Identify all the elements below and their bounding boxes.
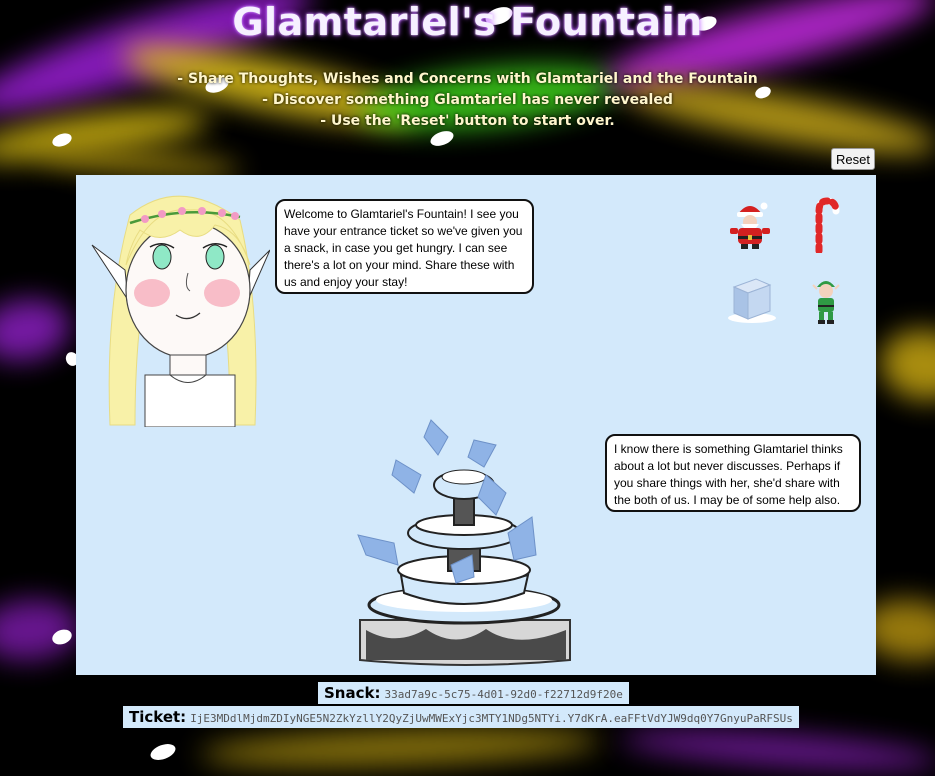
glamtariel-speech-bubble: Welcome to Glamtariel's Fountain! I see … (275, 199, 534, 294)
ticket-row: Ticket: IjE3MDdlMjdmZDIyNGE5N2ZkYzllY2QyZ… (123, 706, 799, 728)
fountain-stage[interactable]: Welcome to Glamtariel's Fountain! I see … (76, 175, 876, 675)
ticket-value: IjE3MDdlMjdmZDIyNGE5N2ZkYzllY2QyZjUwMWEx… (190, 712, 793, 725)
snack-value: 33ad7a9c-5c75-4d01-92d0-f22712d9f20e (384, 688, 623, 701)
reset-button[interactable]: Reset (831, 148, 875, 170)
santa-icon[interactable] (726, 198, 774, 254)
instruction-line-1: - Share Thoughts, Wishes and Concerns wi… (177, 71, 758, 87)
ticket-label: Ticket: (129, 708, 187, 726)
elf-icon[interactable] (811, 275, 841, 329)
candy-cane-icon[interactable] (809, 197, 841, 257)
snack-label: Snack: (324, 684, 381, 702)
fountain-illustration (357, 419, 571, 666)
instruction-line-2: - Discover something Glamtariel has neve… (262, 92, 673, 108)
page-title: Glamtariel's Fountain (232, 0, 703, 44)
instruction-line-3: - Use the 'Reset' button to start over. (320, 113, 615, 129)
fountain-speech-bubble: I know there is something Glamtariel thi… (605, 434, 861, 512)
snack-row: Snack: 33ad7a9c-5c75-4d01-92d0-f22712d9f2… (318, 682, 629, 704)
ice-cube-icon[interactable] (726, 273, 778, 329)
glamtariel-portrait (91, 195, 270, 427)
